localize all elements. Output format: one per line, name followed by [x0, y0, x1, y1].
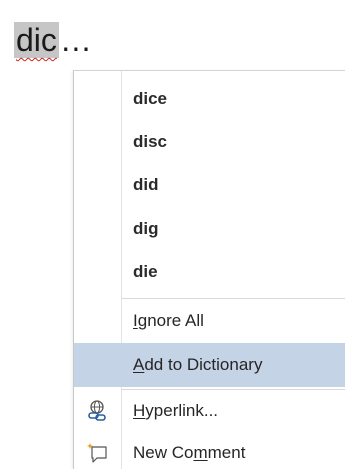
suggestion-item[interactable]: did	[74, 163, 345, 207]
suggestion-label: disc	[133, 132, 168, 151]
hyperlink-label: Hyperlink...	[133, 401, 219, 420]
word-continuation: …	[59, 22, 92, 58]
suggestion-item[interactable]: dice	[74, 77, 345, 121]
add-to-dictionary-item[interactable]: Add to Dictionary	[74, 343, 345, 387]
new-comment-item[interactable]: New Comment	[74, 433, 345, 469]
hyperlink-icon	[84, 398, 110, 424]
spelling-context-menu: dice disc did dig die Ignore All Add to …	[73, 70, 345, 469]
suggestion-label: dig	[133, 219, 159, 238]
suggestion-item[interactable]: disc	[74, 120, 345, 164]
ignore-all-label: Ignore All	[133, 311, 204, 330]
add-to-dictionary-label: Add to Dictionary	[133, 355, 263, 374]
new-comment-accelerator: m	[193, 443, 208, 462]
hyperlink-item[interactable]: Hyperlink...	[74, 390, 345, 432]
suggestion-item[interactable]: die	[74, 250, 345, 294]
new-comment-label: New Comment	[133, 443, 246, 462]
ignore-all-item[interactable]: Ignore All	[74, 299, 345, 343]
hyperlink-accelerator: H	[133, 401, 146, 420]
add-to-dictionary-accelerator: A	[133, 355, 145, 374]
misspelled-word[interactable]: dic	[14, 22, 59, 58]
suggestion-label: die	[133, 262, 158, 281]
suggestion-item[interactable]: dig	[74, 207, 345, 251]
document-text[interactable]: dic…	[14, 18, 92, 62]
suggestion-label: did	[133, 175, 159, 194]
new-comment-icon	[84, 440, 110, 466]
word-document-canvas: dic… dice disc did dig die Ignore All Ad…	[0, 0, 345, 469]
suggestion-label: dice	[133, 89, 168, 108]
